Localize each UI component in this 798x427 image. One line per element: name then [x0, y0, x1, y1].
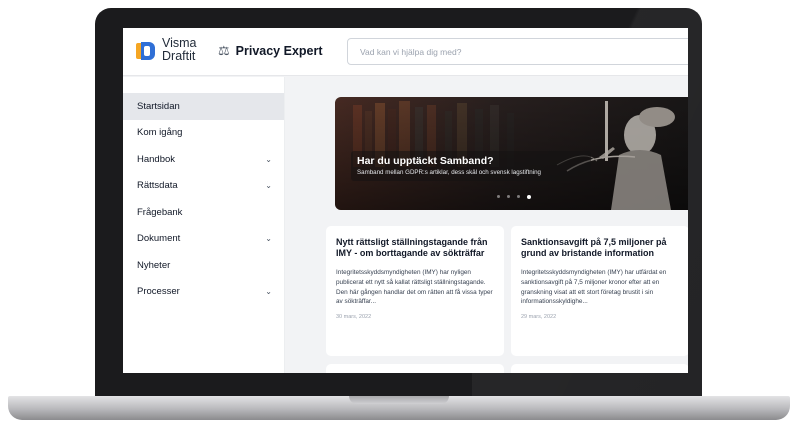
sidebar-item-label: Nyheter — [137, 259, 171, 271]
sidebar-item-label: Processer — [137, 286, 180, 298]
sidebar-item-fragebank[interactable]: Frågebank — [123, 199, 284, 226]
chevron-down-icon[interactable]: ⌄ — [265, 181, 272, 190]
sidebar-nav: Startsidan Kom igång Handbok ⌄ Rättsdata… — [123, 93, 284, 305]
app-screen: Visma Draftit ⚖ Privacy Expert Startsida… — [123, 28, 688, 373]
sidebar-item-label: Handbok — [137, 153, 176, 165]
carousel-dots — [497, 195, 531, 199]
logo-line-2: Draftit — [162, 49, 196, 63]
sidebar-item-label: Kom igång — [137, 127, 183, 139]
sidebar-item-label: Frågebank — [137, 206, 183, 218]
news-card-date: 30 mars, 2022 — [336, 314, 372, 321]
carousel-dot[interactable] — [497, 195, 500, 198]
visma-draftit-logo-icon[interactable] — [135, 40, 157, 62]
search-input[interactable] — [347, 38, 688, 65]
sidebar-item-handbok[interactable]: Handbok ⌄ — [123, 146, 284, 173]
news-card[interactable]: Sanktionsavgift på 7,5 miljoner på grund… — [511, 226, 688, 356]
news-card-title[interactable]: Nytt rättsligt ställningstagande från IM… — [336, 237, 494, 259]
product-name: Privacy Expert — [235, 44, 323, 58]
news-card-title[interactable]: Sanktionsavgift på 7,5 miljoner på grund… — [521, 237, 679, 259]
sidebar-item-rattsdata[interactable]: Rättsdata ⌄ — [123, 173, 284, 200]
hero-caption: Har du upptäckt Samband? Samband mellan … — [351, 151, 591, 181]
sidebar-item-dokument[interactable]: Dokument ⌄ — [123, 226, 284, 253]
hero-title: Har du upptäckt Samband? — [357, 155, 494, 167]
scales-icon: ⚖ — [218, 43, 230, 58]
main-content: Har du upptäckt Samband? Samband mellan … — [286, 77, 688, 373]
carousel-dot[interactable] — [517, 195, 520, 198]
sidebar-item-kom-igang[interactable]: Kom igång — [123, 120, 284, 147]
chevron-down-icon[interactable]: ⌄ — [265, 287, 272, 296]
news-card-excerpt: Integritetsskyddsmyndigheten (IMY) har u… — [521, 269, 667, 306]
sidebar-item-label: Rättsdata — [137, 180, 178, 192]
carousel-dot[interactable] — [507, 195, 510, 198]
news-card[interactable]: Nytt rättsligt ställningstagande från IM… — [326, 226, 504, 356]
news-card-date: 29 mars, 2022 — [521, 314, 557, 321]
news-card-excerpt: Integritetsskyddsmyndigheten (IMY) har n… — [336, 269, 493, 306]
product-title[interactable]: ⚖ Privacy Expert — [218, 43, 323, 59]
sidebar: Startsidan Kom igång Handbok ⌄ Rättsdata… — [123, 77, 285, 373]
top-bar: Visma Draftit ⚖ Privacy Expert — [123, 28, 688, 76]
chevron-down-icon[interactable]: ⌄ — [265, 234, 272, 243]
chevron-down-icon[interactable]: ⌄ — [265, 155, 272, 164]
sidebar-item-nyheter[interactable]: Nyheter — [123, 252, 284, 279]
sidebar-item-processer[interactable]: Processer ⌄ — [123, 279, 284, 306]
hero-subtitle: Samband mellan GDPR:s artiklar, dess skä… — [357, 169, 541, 176]
sidebar-item-label: Dokument — [137, 233, 181, 245]
news-card-partial[interactable] — [511, 364, 688, 373]
news-card-partial[interactable] — [326, 364, 504, 373]
laptop-opening-notch — [349, 396, 449, 404]
sidebar-item-label: Startsidan — [137, 100, 180, 112]
hero-carousel[interactable]: Har du upptäckt Samband? Samband mellan … — [335, 97, 688, 210]
sidebar-item-startsidan[interactable]: Startsidan — [123, 93, 284, 120]
carousel-dot-active[interactable] — [527, 195, 531, 199]
logo-text: Visma Draftit — [162, 37, 197, 63]
